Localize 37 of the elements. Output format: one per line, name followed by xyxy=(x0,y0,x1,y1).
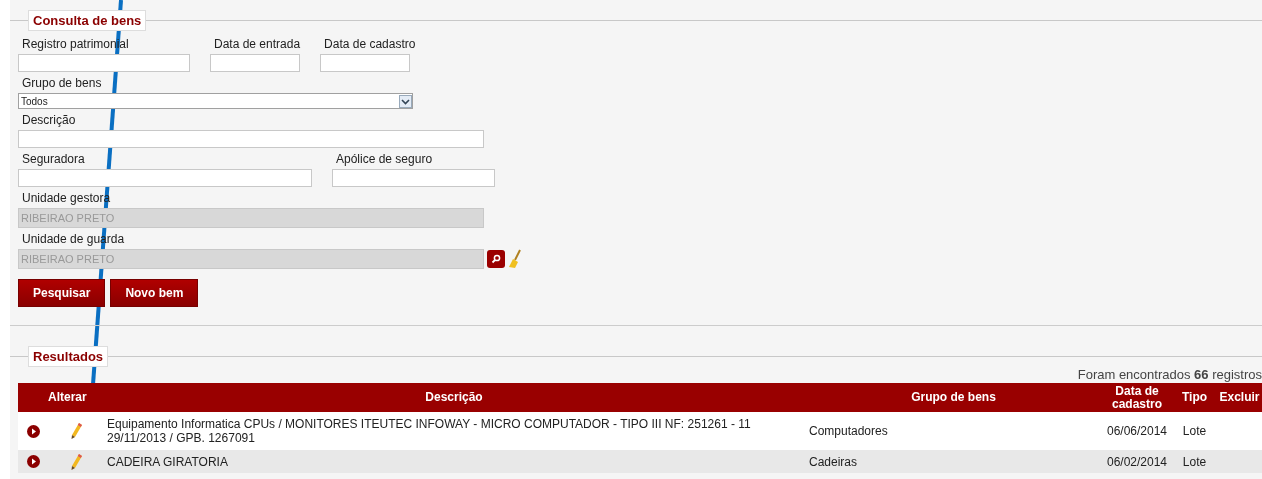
section-title: Resultados xyxy=(28,346,109,367)
column-header: Tipo xyxy=(1180,391,1209,404)
input-field[interactable] xyxy=(18,169,312,187)
column-header: Data de cadastro xyxy=(1111,384,1163,411)
field-label: Data de cadastro xyxy=(323,37,416,52)
table-cell-text: CADEIRA GIRATORIA xyxy=(106,453,229,471)
results-count: Foram encontrados 66 registros xyxy=(1076,366,1262,383)
column-header: Descrição xyxy=(424,391,484,404)
field-label: Descrição xyxy=(21,113,77,128)
input-field[interactable] xyxy=(18,130,484,148)
input-field[interactable] xyxy=(332,169,495,187)
play-circle-icon[interactable] xyxy=(26,424,40,438)
field-label: Grupo de bens xyxy=(21,76,103,91)
input-field[interactable] xyxy=(210,54,300,72)
field-label: Data de entrada xyxy=(213,37,301,52)
action-button[interactable]: Pesquisar xyxy=(18,279,106,307)
search-icon xyxy=(491,254,501,264)
column-header: Excluir xyxy=(1218,391,1261,404)
table-cell-text: Lote xyxy=(1181,423,1208,440)
table-cell-text: Lote xyxy=(1181,453,1208,471)
table-cell-text: Cadeiras xyxy=(808,453,859,471)
input-field[interactable] xyxy=(320,54,411,72)
table-cell-text: 06/06/2014 xyxy=(1105,423,1169,440)
section-title: Consulta de bens xyxy=(28,10,147,31)
play-circle-icon[interactable] xyxy=(26,455,40,468)
action-button[interactable]: Novo bem xyxy=(110,279,199,307)
group-select[interactable]: Todos xyxy=(18,93,413,109)
caret-icon xyxy=(399,94,412,108)
column-header: Alterar xyxy=(48,391,88,404)
table-cell-text: Computadores xyxy=(808,423,889,440)
field-label: Apólice de seguro xyxy=(335,152,434,167)
column-header: Grupo de bens xyxy=(910,391,997,404)
table-cell-text: Equipamento Informatica CPUs / MONITORES ITEUTEC INFOWAY - MICRO COMPUTADOR - TIPO III NF: 251261 - 11 29/11/2013 / GPB. 1267091 xyxy=(106,416,752,447)
field-label: Seguradora xyxy=(21,152,86,167)
input-field[interactable] xyxy=(18,54,190,72)
search-button[interactable] xyxy=(487,250,505,268)
table-cell-text: 06/02/2014 xyxy=(1105,453,1169,471)
